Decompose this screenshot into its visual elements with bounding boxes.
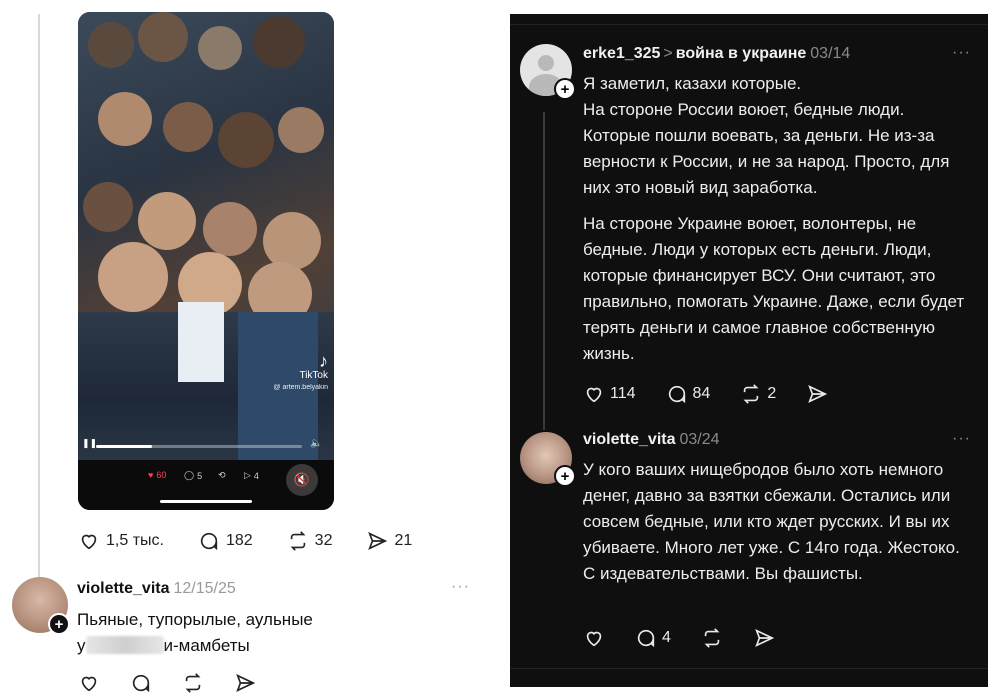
- comment-icon: ◯: [184, 470, 195, 480]
- post-actions: 1,5 тыс. 182 32 21: [78, 530, 446, 552]
- comment-count: 84: [692, 385, 711, 402]
- share-icon: ▷: [244, 470, 251, 480]
- reply-date: 03/24: [679, 431, 720, 448]
- volume-icon[interactable]: 🔈: [310, 438, 322, 449]
- reply-author[interactable]: violette_vita 12/15/25: [77, 580, 236, 598]
- reply-actions: 4: [583, 627, 805, 649]
- like-count: 1,5 тыс.: [106, 532, 164, 549]
- right-thread-panel: + erke1_325 > война в украине 03/14 ··· Я з…: [510, 14, 988, 687]
- share-icon: [808, 385, 828, 403]
- more-icon[interactable]: ···: [451, 578, 470, 596]
- comment-count: 182: [225, 532, 253, 549]
- repost-button[interactable]: 2: [740, 383, 776, 405]
- like-button[interactable]: [78, 672, 100, 694]
- tiktok-logo-icon: ♪: [319, 351, 328, 371]
- share-icon: [236, 674, 256, 692]
- video-progress-fill: [96, 445, 152, 448]
- video-scrubber[interactable]: [96, 445, 302, 448]
- post-author[interactable]: erke1_325: [583, 45, 660, 62]
- reply-date: 12/15/25: [173, 580, 236, 597]
- comment-icon: [668, 385, 685, 404]
- share-icon: [368, 532, 388, 550]
- video-mini-shares: ▷ 4: [244, 470, 259, 481]
- like-button[interactable]: 1,5 тыс.: [78, 530, 164, 552]
- thread-line: [38, 14, 40, 588]
- like-button[interactable]: 114: [583, 383, 636, 405]
- censored-blur: [85, 636, 164, 654]
- reply-actions: [78, 672, 286, 694]
- video-player[interactable]: ♪ TikTok @ artem.belyakin ❚❚ 🔈 ♥ 60 ◯ 5 ⟲ …: [78, 12, 334, 510]
- video-mini-comments: ◯ 5: [184, 470, 203, 481]
- like-count: 114: [610, 385, 636, 402]
- default-avatar-icon: [538, 55, 554, 71]
- repost-count: 2: [767, 385, 777, 402]
- pause-icon[interactable]: ❚❚: [82, 438, 97, 449]
- video-bottom-bar: ♥ 60 ◯ 5 ⟲ ▷ 4 🔇: [78, 460, 334, 510]
- repost-button[interactable]: [182, 672, 204, 694]
- mute-icon: 🔇: [293, 472, 311, 487]
- thread-line: [543, 112, 545, 430]
- more-icon[interactable]: ···: [952, 430, 971, 448]
- repost-count: 32: [314, 532, 333, 549]
- mute-button[interactable]: 🔇: [286, 464, 318, 496]
- video-mini-likes: ♥ 60: [148, 470, 167, 480]
- repost-icon: ⟲: [218, 470, 226, 480]
- share-button[interactable]: [234, 672, 256, 694]
- share-button[interactable]: [753, 627, 775, 649]
- comment-icon: [132, 674, 150, 693]
- comment-button[interactable]: 4: [635, 627, 671, 649]
- reply-author[interactable]: violette_vita: [583, 431, 675, 448]
- more-icon[interactable]: ···: [952, 44, 971, 62]
- chevron-right-icon: >: [663, 45, 673, 62]
- post-header: erke1_325 > война в украине 03/14: [583, 45, 850, 63]
- follow-plus-icon[interactable]: +: [554, 78, 576, 100]
- comment-icon: [637, 629, 655, 648]
- home-indicator: [160, 500, 252, 503]
- post-actions: 114 84 2: [583, 383, 858, 405]
- divider: [510, 24, 988, 25]
- share-count: 21: [394, 532, 413, 549]
- left-thread-panel: ♪ TikTok @ artem.belyakin ❚❚ 🔈 ♥ 60 ◯ 5 ⟲ …: [0, 0, 500, 700]
- divider: [510, 668, 988, 669]
- repost-icon: [185, 673, 201, 693]
- reply-text: У кого ваших нищебродов было хоть немног…: [583, 460, 960, 583]
- follow-plus-icon[interactable]: +: [48, 613, 70, 635]
- reply-header: violette_vita 03/24: [583, 431, 720, 449]
- video-frame: [78, 12, 334, 460]
- reply-text: Пьяные, тупорылые, аульные у и-мамбеты: [77, 610, 313, 655]
- heart-icon: [586, 387, 602, 403]
- follow-plus-icon[interactable]: +: [554, 465, 576, 487]
- topic-tag[interactable]: война в украине: [676, 45, 807, 62]
- comment-button[interactable]: [130, 672, 152, 694]
- repost-icon: [743, 384, 759, 404]
- comment-button[interactable]: 182: [198, 530, 253, 552]
- share-icon: [755, 629, 775, 647]
- heart-icon: [81, 534, 97, 550]
- tiktok-watermark: ♪ TikTok @ artem.belyakin: [256, 352, 328, 392]
- comment-button[interactable]: 84: [666, 383, 711, 405]
- like-button[interactable]: [583, 627, 605, 649]
- comment-icon: [200, 532, 218, 551]
- post-text: Я заметил, казахи которые. На стороне Ро…: [583, 74, 965, 363]
- post-date: 03/14: [810, 45, 851, 62]
- heart-icon: [81, 676, 97, 692]
- repost-button[interactable]: 32: [287, 530, 333, 552]
- heart-filled-icon: ♥: [148, 470, 154, 480]
- comment-count: 4: [662, 629, 671, 646]
- repost-icon: [290, 531, 306, 551]
- heart-icon: [586, 631, 602, 647]
- repost-icon: [704, 628, 720, 648]
- share-button[interactable]: [806, 383, 828, 405]
- repost-button[interactable]: [701, 627, 723, 649]
- share-button[interactable]: 21: [366, 530, 412, 552]
